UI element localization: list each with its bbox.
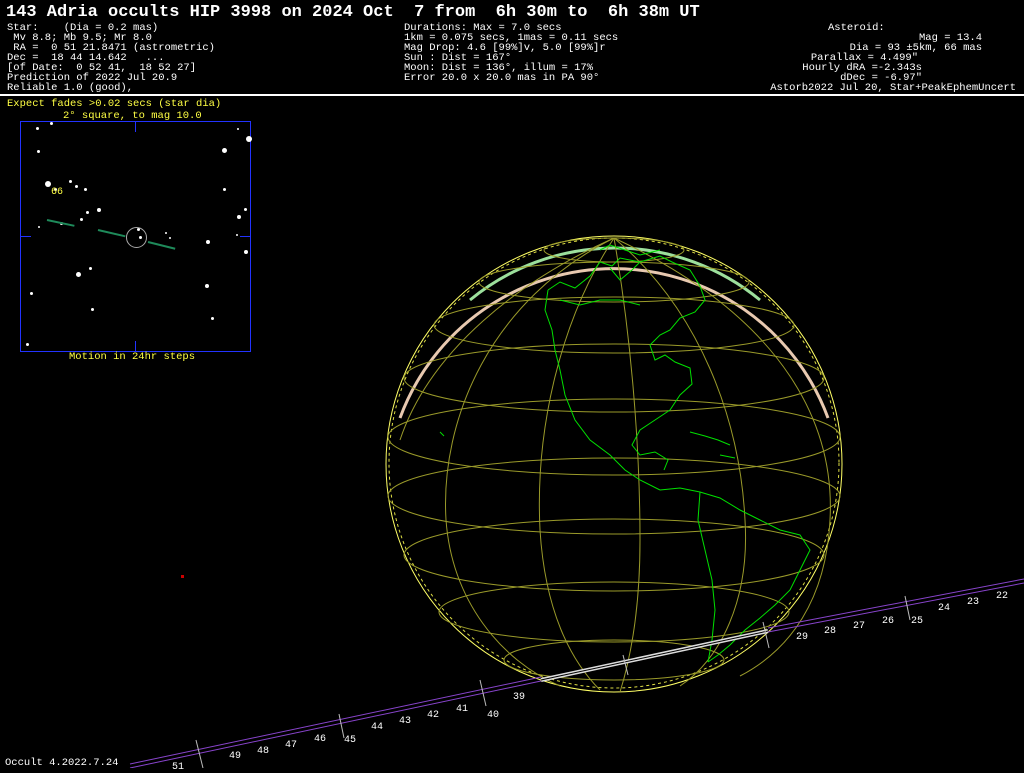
- track-label: 27: [853, 621, 866, 632]
- track-label: 43: [399, 716, 412, 727]
- track-label: 45: [344, 735, 357, 746]
- track-label: 26: [882, 616, 895, 627]
- track-label: 39: [513, 692, 526, 703]
- track-label: 22: [996, 591, 1009, 602]
- track-label: 28: [824, 626, 837, 637]
- track-label: 48: [257, 746, 270, 757]
- version-label: Occult 4.2022.7.24: [5, 757, 119, 769]
- track-label: 24: [938, 603, 951, 614]
- track-label: 49: [229, 751, 242, 762]
- track-label: 23: [967, 597, 980, 608]
- track-label: 40: [487, 710, 500, 721]
- track-label: 47: [285, 740, 298, 751]
- globe-map: [129, 235, 1024, 768]
- track-label: 29: [796, 632, 809, 643]
- track-label: 25: [911, 616, 924, 627]
- track-label: 42: [427, 710, 440, 721]
- track-label: 41: [456, 704, 469, 715]
- track-label: 46: [314, 734, 327, 745]
- track-label: 44: [371, 722, 384, 733]
